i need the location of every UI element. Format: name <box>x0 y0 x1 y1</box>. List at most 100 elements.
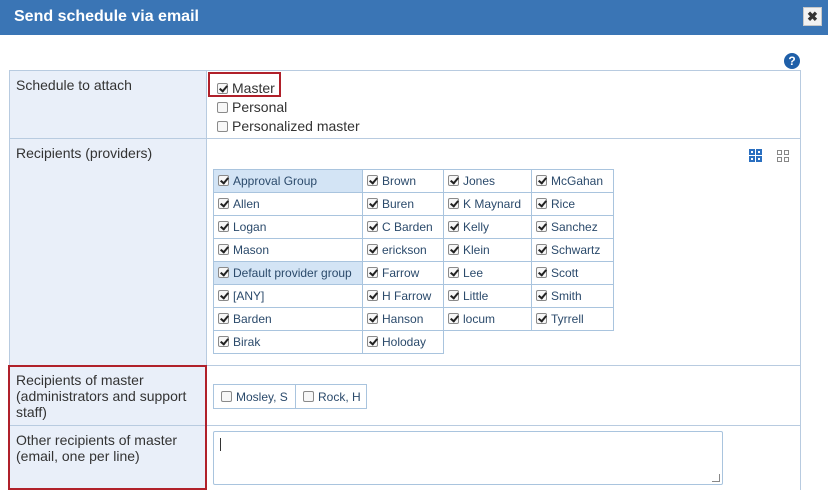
provider-checkbox[interactable] <box>218 289 229 301</box>
provider-checkbox[interactable] <box>367 335 378 347</box>
provider-checkbox[interactable] <box>448 312 459 324</box>
support-item-rock[interactable]: Rock, H <box>296 384 367 409</box>
provider-checkbox[interactable] <box>367 220 378 232</box>
help-icon[interactable]: ? <box>784 53 800 69</box>
close-icon[interactable]: ✖ <box>803 7 822 26</box>
provider-checkbox[interactable] <box>367 243 378 255</box>
provider-item[interactable]: Schwartz <box>531 238 614 262</box>
provider-item[interactable]: C Barden <box>362 215 444 239</box>
provider-label: locum <box>463 312 496 326</box>
provider-item[interactable]: Smith <box>531 284 614 308</box>
provider-checkbox[interactable] <box>218 266 229 278</box>
provider-checkbox[interactable] <box>448 266 459 278</box>
provider-checkbox[interactable] <box>367 289 378 301</box>
provider-label: erickson <box>382 243 427 257</box>
provider-item[interactable]: Logan <box>213 215 363 239</box>
provider-checkbox[interactable] <box>536 266 547 278</box>
provider-checkbox[interactable] <box>218 174 229 186</box>
provider-checkbox[interactable] <box>536 174 547 186</box>
provider-item[interactable]: Sanchez <box>531 215 614 239</box>
provider-item[interactable]: Farrow <box>362 261 444 285</box>
provider-checkbox[interactable] <box>448 289 459 301</box>
provider-item[interactable]: Little <box>443 284 532 308</box>
provider-item[interactable]: Buren <box>362 192 444 216</box>
dialog-title: Send schedule via email <box>14 8 199 25</box>
providers-label: Recipients (providers) <box>9 138 207 366</box>
provider-item[interactable]: Barden <box>213 307 363 331</box>
provider-checkbox[interactable] <box>367 197 378 209</box>
personalized-master-label: Personalized master <box>232 118 360 135</box>
provider-label: Hanson <box>382 312 424 326</box>
provider-label: Farrow <box>382 266 420 280</box>
rock-checkbox[interactable] <box>303 390 314 402</box>
provider-label: Rice <box>551 197 576 211</box>
provider-label: Tyrrell <box>551 312 584 326</box>
compact-grid-view-icon[interactable] <box>777 150 789 162</box>
resize-handle-icon[interactable] <box>712 474 720 482</box>
personal-checkbox[interactable] <box>217 101 228 113</box>
provider-checkbox[interactable] <box>536 220 547 232</box>
provider-item[interactable]: Klein <box>443 238 532 262</box>
provider-item[interactable]: Scott <box>531 261 614 285</box>
provider-item[interactable]: Hanson <box>362 307 444 331</box>
provider-checkbox[interactable] <box>367 312 378 324</box>
provider-checkbox[interactable] <box>218 197 229 209</box>
provider-checkbox[interactable] <box>448 197 459 209</box>
empty-cell <box>444 331 532 354</box>
provider-item[interactable]: Brown <box>362 169 444 193</box>
provider-checkbox[interactable] <box>218 335 229 347</box>
provider-checkbox[interactable] <box>448 220 459 232</box>
personalized-master-checkbox[interactable] <box>217 120 228 132</box>
provider-label: Holoday <box>382 335 427 349</box>
provider-checkbox[interactable] <box>448 243 459 255</box>
provider-item[interactable]: K Maynard <box>443 192 532 216</box>
provider-grid-row: Mason erickson Klein Schwartz <box>213 238 614 262</box>
provider-checkbox[interactable] <box>448 174 459 186</box>
schedule-label: Schedule to attach <box>9 70 207 139</box>
provider-checkbox[interactable] <box>367 266 378 278</box>
provider-item[interactable]: Tyrrell <box>531 307 614 331</box>
provider-checkbox[interactable] <box>536 312 547 324</box>
provider-item[interactable]: McGahan <box>531 169 614 193</box>
provider-grid-row: Logan C Barden Kelly Sanchez <box>213 215 614 239</box>
master-label: Master <box>232 80 275 97</box>
mosley-checkbox[interactable] <box>221 390 232 402</box>
provider-checkbox[interactable] <box>218 220 229 232</box>
provider-item[interactable]: Holoday <box>362 330 444 354</box>
provider-checkbox[interactable] <box>536 197 547 209</box>
grid-view-icon[interactable] <box>749 149 762 162</box>
provider-checkbox[interactable] <box>367 174 378 186</box>
provider-grid-row: Allen Buren K Maynard Rice <box>213 192 614 216</box>
provider-label: H Farrow <box>382 289 432 303</box>
provider-item[interactable]: erickson <box>362 238 444 262</box>
support-item-mosley[interactable]: Mosley, S <box>213 384 296 409</box>
provider-item[interactable]: Approval Group <box>213 169 363 193</box>
provider-item[interactable]: Allen <box>213 192 363 216</box>
provider-label: Jones <box>463 174 496 188</box>
provider-item[interactable]: Birak <box>213 330 363 354</box>
provider-checkbox[interactable] <box>536 289 547 301</box>
provider-item[interactable]: [ANY] <box>213 284 363 308</box>
provider-item[interactable]: H Farrow <box>362 284 444 308</box>
master-checkbox[interactable] <box>217 82 228 94</box>
provider-item[interactable]: locum <box>443 307 532 331</box>
provider-item[interactable]: Jones <box>443 169 532 193</box>
schedule-option-master[interactable]: Master <box>217 79 275 96</box>
provider-item[interactable]: Rice <box>531 192 614 216</box>
provider-label: Little <box>463 289 489 303</box>
provider-item[interactable]: Mason <box>213 238 363 262</box>
provider-label: Birak <box>233 335 261 349</box>
provider-item[interactable]: Default provider group <box>213 261 363 285</box>
provider-grid-row: Default provider group Farrow Lee Scott <box>213 261 614 285</box>
provider-checkbox[interactable] <box>218 243 229 255</box>
schedule-option-personal[interactable]: Personal <box>217 98 287 115</box>
provider-grid-row: Birak Holoday <box>213 330 614 354</box>
provider-grid-row: Barden Hanson locum Tyrrell <box>213 307 614 331</box>
schedule-option-personalized-master[interactable]: Personalized master <box>217 117 360 134</box>
other-recipients-textarea[interactable] <box>213 431 723 485</box>
provider-label: Smith <box>551 289 582 303</box>
provider-item[interactable]: Lee <box>443 261 532 285</box>
provider-checkbox[interactable] <box>218 312 229 324</box>
provider-item[interactable]: Kelly <box>443 215 532 239</box>
provider-checkbox[interactable] <box>536 243 547 255</box>
